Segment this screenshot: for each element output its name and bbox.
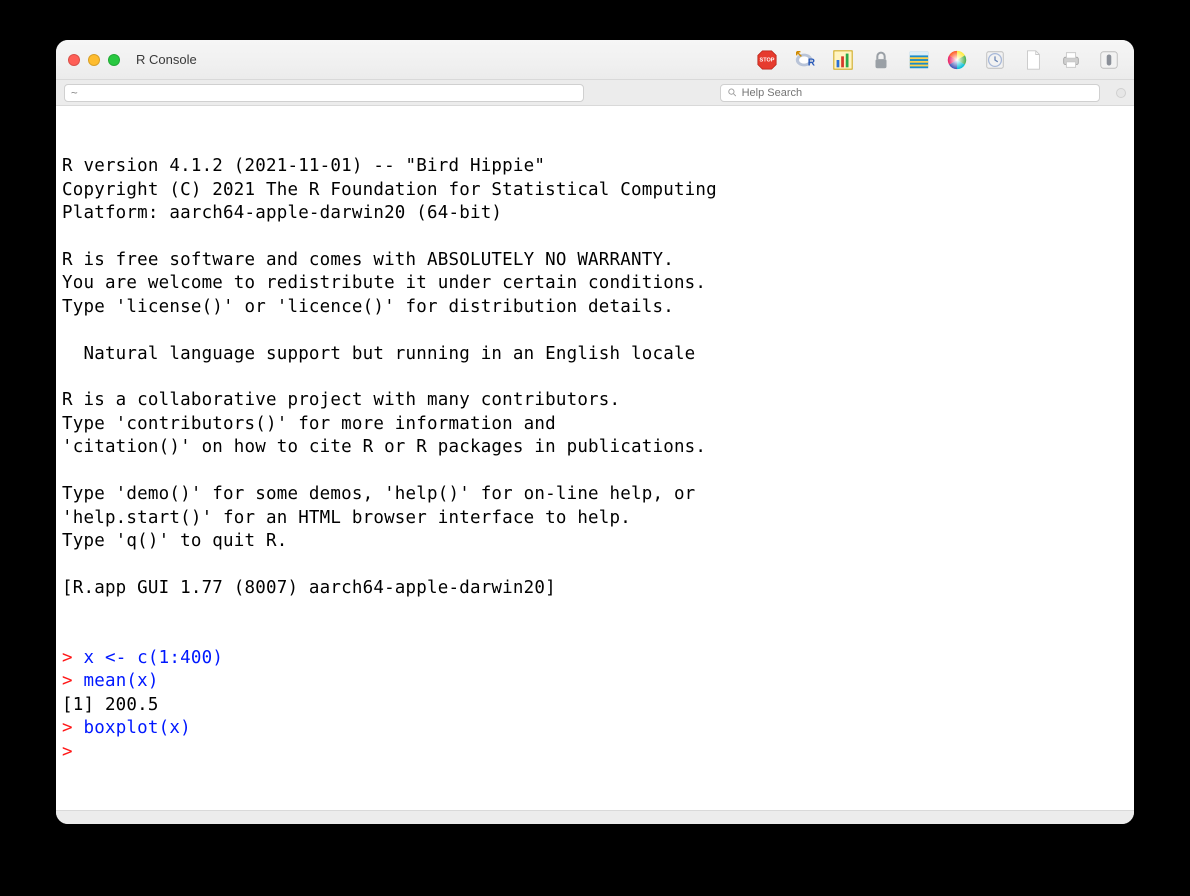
console-line: [62, 226, 1128, 249]
console-input-line: >: [62, 741, 1128, 764]
console-line: Type 'license()' or 'licence()' for dist…: [62, 296, 1128, 319]
minimize-window-button[interactable]: [88, 54, 100, 66]
prompt: >: [62, 648, 83, 668]
titlebar: R Console STOP R: [56, 40, 1134, 80]
toolbar: STOP R: [754, 47, 1122, 73]
plot-icon[interactable]: [830, 47, 856, 73]
console-line: 'help.start()' for an HTML browser inter…: [62, 507, 1128, 530]
console-line: [62, 460, 1128, 483]
working-dir-input[interactable]: [64, 84, 584, 102]
close-window-button[interactable]: [68, 54, 80, 66]
lock-icon[interactable]: [868, 47, 894, 73]
console-line: [62, 624, 1128, 647]
console-line: Type 'q()' to quit R.: [62, 530, 1128, 553]
console-line: [62, 319, 1128, 342]
console-line: [62, 553, 1128, 576]
console-line: [R.app GUI 1.77 (8007) aarch64-apple-dar…: [62, 577, 1128, 600]
console-line: R is free software and comes with ABSOLU…: [62, 249, 1128, 272]
command-text: boxplot(x): [83, 718, 190, 738]
stop-icon[interactable]: STOP: [754, 47, 780, 73]
command-text: x <- c(1:400): [83, 648, 223, 668]
new-doc-icon[interactable]: [1020, 47, 1046, 73]
console-line: Copyright (C) 2021 The R Foundation for …: [62, 179, 1128, 202]
help-search-clear-icon[interactable]: [1116, 88, 1126, 98]
svg-text:STOP: STOP: [760, 57, 775, 63]
command-text: mean(x): [83, 671, 158, 691]
statusbar: [56, 810, 1134, 824]
console-output-line: [1] 200.5: [62, 694, 1128, 717]
console-line: Platform: aarch64-apple-darwin20 (64-bit…: [62, 202, 1128, 225]
prompt: >: [62, 718, 83, 738]
console-line: [62, 366, 1128, 389]
prompt: >: [62, 742, 83, 762]
console-line: R version 4.1.2 (2021-11-01) -- "Bird Hi…: [62, 155, 1128, 178]
console-line: [62, 600, 1128, 623]
zoom-window-button[interactable]: [108, 54, 120, 66]
run-r-icon[interactable]: R: [792, 47, 818, 73]
window-title: R Console: [136, 52, 197, 67]
svg-text:R: R: [808, 57, 816, 68]
path-search-row: [56, 80, 1134, 106]
console-line: 'citation()' on how to cite R or R packa…: [62, 436, 1128, 459]
console-input-line: > x <- c(1:400): [62, 647, 1128, 670]
console-output[interactable]: R version 4.1.2 (2021-11-01) -- "Bird Hi…: [56, 106, 1134, 810]
console-input-line: > mean(x): [62, 670, 1128, 693]
prompt: >: [62, 671, 83, 691]
console-line: Type 'demo()' for some demos, 'help()' f…: [62, 483, 1128, 506]
console-line: R is a collaborative project with many c…: [62, 389, 1128, 412]
window-controls: [68, 54, 120, 66]
console-line: You are welcome to redistribute it under…: [62, 272, 1128, 295]
data-icon[interactable]: [906, 47, 932, 73]
help-search-field[interactable]: [720, 84, 1100, 102]
quartz-icon[interactable]: [1096, 47, 1122, 73]
console-line: Natural language support but running in …: [62, 343, 1128, 366]
console-line: Type 'contributors()' for more informati…: [62, 413, 1128, 436]
console-input-line: > boxplot(x): [62, 717, 1128, 740]
console-line: [62, 132, 1128, 155]
help-search-input[interactable]: [742, 87, 1093, 99]
search-icon: [727, 87, 738, 98]
r-console-window: R Console STOP R: [56, 40, 1134, 824]
print-icon[interactable]: [1058, 47, 1084, 73]
color-picker-icon[interactable]: [944, 47, 970, 73]
history-icon[interactable]: [982, 47, 1008, 73]
